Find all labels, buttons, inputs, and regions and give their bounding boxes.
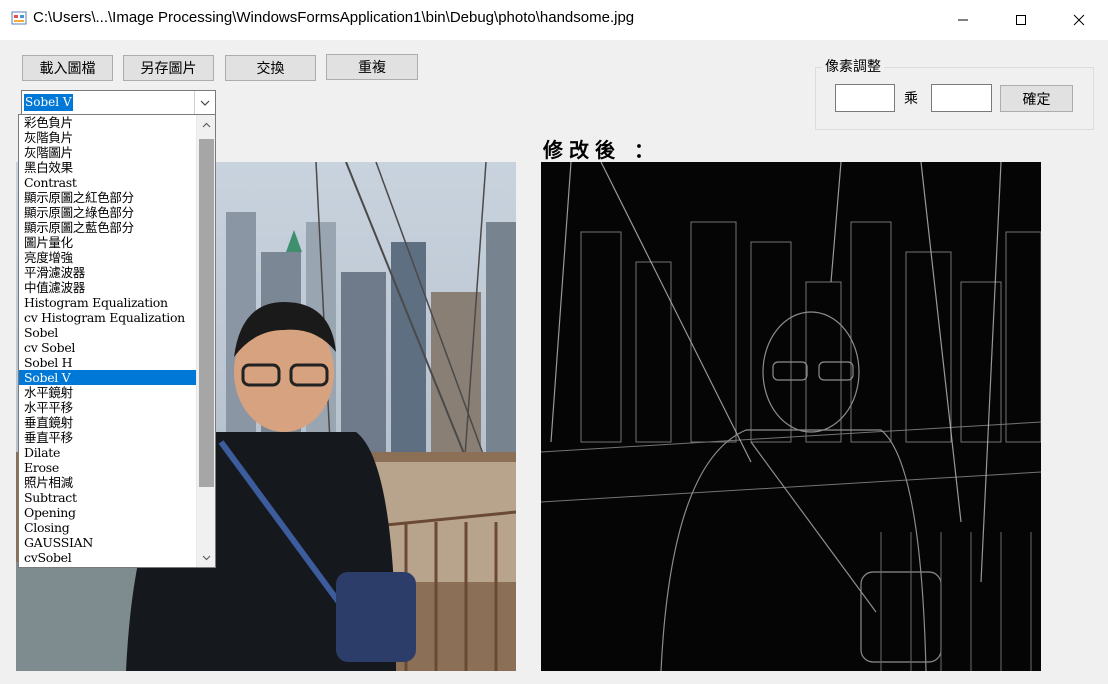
- dropdown-option[interactable]: Closing: [19, 520, 196, 535]
- modified-label: 修改後 ：: [543, 138, 660, 162]
- dropdown-option[interactable]: Erose: [19, 460, 196, 475]
- dropdown-option[interactable]: 垂直鏡射: [19, 415, 196, 430]
- dropdown-option[interactable]: 顯示原圖之綠色部分: [19, 205, 196, 220]
- load-image-button[interactable]: 載入圖檔: [22, 55, 113, 81]
- dropdown-option[interactable]: 彩色負片: [19, 115, 196, 130]
- dropdown-option[interactable]: Opening: [19, 505, 196, 520]
- effect-combobox[interactable]: Sobel V: [21, 90, 216, 115]
- dropdown-option[interactable]: Sobel: [19, 325, 196, 340]
- title-bar: C:\Users\...\Image Processing\WindowsFor…: [0, 0, 1108, 40]
- window-title: C:\Users\...\Image Processing\WindowsFor…: [33, 9, 635, 26]
- dropdown-option[interactable]: 灰階負片: [19, 130, 196, 145]
- dropdown-option[interactable]: Contrast: [19, 175, 196, 190]
- dropdown-option[interactable]: 黑白效果: [19, 160, 196, 175]
- dropdown-option[interactable]: 水平鏡射: [19, 385, 196, 400]
- dropdown-option[interactable]: 平滑濾波器: [19, 265, 196, 280]
- dropdown-option[interactable]: cv Sobel: [19, 340, 196, 355]
- dropdown-option[interactable]: 水平平移: [19, 400, 196, 415]
- effect-options: 彩色負片 灰階負片 灰階圖片 黑白效果 Contrast 顯示原圖之紅色部分 顯示原圖之綠色…: [19, 115, 196, 565]
- maximize-icon[interactable]: [992, 0, 1050, 40]
- chevron-down-icon[interactable]: [194, 91, 215, 114]
- confirm-button[interactable]: 確定: [1000, 85, 1073, 112]
- dropdown-scrollbar[interactable]: [196, 115, 215, 567]
- dropdown-option[interactable]: 顯示原圖之紅色部分: [19, 190, 196, 205]
- close-icon[interactable]: [1050, 0, 1108, 40]
- pixel-adjust-title: 像素調整: [822, 56, 884, 76]
- dropdown-option[interactable]: 垂直平移: [19, 430, 196, 445]
- dropdown-option[interactable]: 照片相減: [19, 475, 196, 490]
- modified-picture: [541, 162, 1041, 671]
- dropdown-option[interactable]: Subtract: [19, 490, 196, 505]
- repeat-button[interactable]: 重複: [326, 54, 418, 80]
- app-icon: [11, 11, 27, 25]
- dropdown-option[interactable]: GAUSSIAN: [19, 535, 196, 550]
- swap-button[interactable]: 交換: [225, 55, 316, 81]
- dropdown-option[interactable]: Sobel H: [19, 355, 196, 370]
- dropdown-option[interactable]: Histogram Equalization: [19, 295, 196, 310]
- scroll-up-icon[interactable]: [197, 115, 215, 134]
- dropdown-option[interactable]: 中值濾波器: [19, 280, 196, 295]
- pixel-value-b-input[interactable]: [931, 84, 992, 112]
- scroll-down-icon[interactable]: [197, 548, 215, 567]
- scrollbar-thumb[interactable]: [199, 139, 214, 487]
- dropdown-option[interactable]: 亮度增強: [19, 250, 196, 265]
- dropdown-option[interactable]: 圖片量化: [19, 235, 196, 250]
- combo-selected-value: Sobel V: [24, 94, 73, 111]
- dropdown-option[interactable]: 灰階圖片: [19, 145, 196, 160]
- multiply-label: 乘: [904, 91, 918, 107]
- pixel-value-a-input[interactable]: [835, 84, 895, 112]
- save-image-button[interactable]: 另存圖片: [123, 55, 214, 81]
- dropdown-option[interactable]: Dilate: [19, 445, 196, 460]
- dropdown-option[interactable]: 顯示原圖之藍色部分: [19, 220, 196, 235]
- dropdown-option[interactable]: cv Histogram Equalization: [19, 310, 196, 325]
- minimize-icon[interactable]: [934, 0, 992, 40]
- dropdown-option[interactable]: cvSobel: [19, 550, 196, 565]
- dropdown-option[interactable]: Sobel V: [19, 370, 196, 385]
- effect-dropdown-list[interactable]: 彩色負片 灰階負片 灰階圖片 黑白效果 Contrast 顯示原圖之紅色部分 顯示原圖之綠色…: [18, 114, 216, 568]
